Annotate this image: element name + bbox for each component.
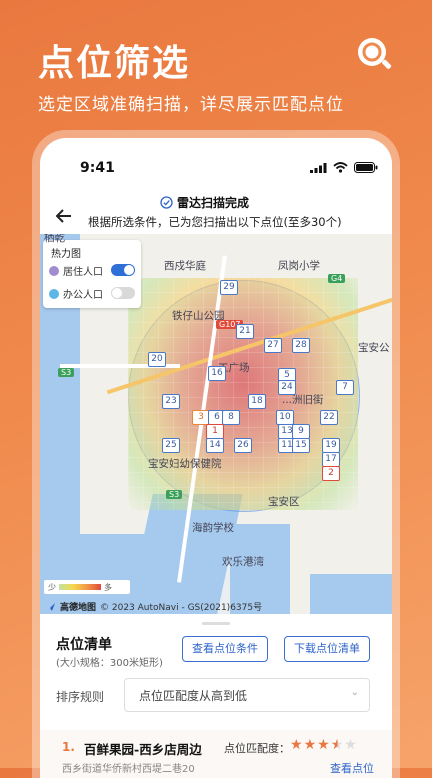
map-point-label[interactable]: 7 — [336, 380, 354, 395]
scan-title: 雷达扫描完成 — [160, 194, 249, 211]
map-copyright: 高德地图 © 2023 AutoNavi - GS(2021)6375号 — [46, 600, 262, 613]
battery-icon — [354, 162, 378, 173]
sort-select[interactable]: 点位匹配度从高到低 ⌄ — [124, 678, 370, 712]
heat-row-label: 办公人口 — [63, 290, 103, 301]
arrow-left-icon — [55, 209, 71, 223]
star-icon: ★ — [344, 737, 358, 753]
map-point-label[interactable]: 1 — [206, 424, 224, 439]
wifi-icon — [333, 162, 348, 173]
map-point-label[interactable]: 27 — [264, 338, 282, 353]
map-place-label: 欢乐港湾 — [222, 556, 264, 568]
hero-title: 点位筛选 — [38, 43, 191, 84]
chevron-down-icon: ⌄ — [350, 687, 359, 698]
map-place-label: 宝安公 — [358, 342, 390, 354]
road-label: G4 — [328, 274, 346, 283]
search-icon — [358, 38, 392, 69]
scan-description: 根据所选条件，已为您扫描出以下点位(至多30个) — [88, 215, 342, 229]
copyright-text: © 2023 AutoNavi - GS(2021)6375号 — [100, 603, 263, 613]
hero-subtitle: 选定区域准确扫描，详尽展示匹配点位 — [38, 95, 344, 115]
view-point-link[interactable]: 查看点位 — [330, 760, 374, 776]
map-point-label[interactable]: 17 — [322, 452, 340, 467]
map-point-label[interactable]: 9 — [292, 424, 310, 439]
heat-row-label: 居住人口 — [63, 267, 103, 278]
signal-icon — [310, 162, 327, 173]
item-rank: 1. — [62, 740, 75, 754]
heat-row-office: 办公人口 — [49, 286, 103, 301]
back-button[interactable] — [55, 204, 72, 228]
item-rating-label: 点位匹配度： — [224, 742, 290, 755]
sort-value: 点位匹配度从高到低 — [139, 689, 248, 703]
map-point-label[interactable]: 2 — [322, 466, 340, 481]
star-icon: ★ — [303, 737, 318, 753]
road-label: S3 — [166, 490, 183, 499]
status-bar: 9:41 — [40, 138, 392, 178]
download-list-button[interactable]: 下载点位清单 — [284, 636, 370, 662]
map-point-label[interactable]: 14 — [206, 438, 224, 453]
map-point-label[interactable]: 20 — [148, 352, 166, 367]
office-icon — [49, 288, 59, 299]
check-circle-icon — [160, 196, 173, 209]
list-title: 点位清单 — [56, 637, 112, 653]
map-point-label[interactable]: 22 — [320, 410, 338, 425]
map-place-label: 凤岗小学 — [278, 260, 320, 272]
heat-legend: 少 多 — [44, 580, 130, 594]
map-point-label[interactable]: 18 — [248, 394, 266, 409]
star-icon: ★ — [290, 737, 304, 753]
scan-title-text: 雷达扫描完成 — [177, 196, 250, 210]
map-point-label[interactable]: 16 — [208, 366, 226, 381]
status-time: 9:41 — [80, 160, 115, 176]
legend-high: 多 — [104, 582, 112, 592]
map-place-label: 宝安区 — [268, 496, 300, 508]
amap-logo-icon — [47, 602, 55, 611]
amap-logo-text: 高德地图 — [60, 603, 97, 613]
residential-toggle[interactable] — [111, 264, 135, 276]
map-point-label[interactable]: 23 — [162, 394, 180, 409]
list-item[interactable]: 1. 百鲜果园-西乡店周边 点位匹配度： ★★★★★ 西乡街道华侨新村西堤二巷2… — [40, 730, 392, 778]
map-point-label[interactable]: 24 — [278, 380, 296, 395]
half-star-icon: ★ — [330, 737, 345, 753]
rating-stars: ★★★★★ — [290, 737, 358, 753]
phone-mockup: 9:41 雷达扫描完成 根据所选条件，已为您扫描出以下点位(至多30个) 热力图… — [40, 138, 392, 778]
map-point-label[interactable]: 26 — [234, 438, 252, 453]
list-subtitle: (大小规格：300米矩形) — [56, 658, 163, 669]
page-header: 雷达扫描完成 根据所选条件，已为您扫描出以下点位(至多30个) — [40, 190, 392, 240]
map-point-label[interactable]: 15 — [292, 438, 310, 453]
map-point-label[interactable]: 8 — [222, 410, 240, 425]
map-point-label[interactable]: 28 — [292, 338, 310, 353]
heat-row-residential: 居住人口 — [49, 263, 103, 278]
map-point-label[interactable]: 19 — [322, 438, 340, 453]
map-place-label: 西戍华庭 — [164, 260, 206, 272]
item-name: 百鲜果园-西乡店周边 — [84, 742, 202, 757]
map-point-label[interactable]: 21 — [236, 324, 254, 339]
drag-handle[interactable] — [202, 622, 230, 625]
heatmap-panel-title: 热力图 — [51, 249, 81, 260]
map-place-label: 海韵学校 — [192, 522, 234, 534]
road-label: S3 — [58, 368, 75, 377]
map-point-label[interactable]: 10 — [276, 410, 294, 425]
legend-low: 少 — [48, 582, 56, 592]
star-icon: ★ — [317, 737, 331, 753]
legend-gradient — [59, 584, 101, 590]
map-point-label[interactable]: 29 — [220, 280, 238, 295]
office-toggle[interactable] — [111, 287, 135, 299]
map-place-label: 宝安妇幼保健院 — [148, 458, 222, 470]
heatmap-panel: 热力图 居住人口 办公人口 — [43, 240, 141, 308]
point-list-panel: 点位清单 (大小规格：300米矩形) 查看点位条件 下载点位清单 排序规则 点位… — [40, 616, 392, 778]
map-point-label[interactable]: 25 — [162, 438, 180, 453]
map-view[interactable]: 热力图 居住人口 办公人口 栖乾 西戍华庭 凤岗小学 铁仔山公园 宝安公 宝安妇… — [40, 234, 392, 614]
map-place-label: 栖乾 — [44, 234, 65, 244]
home-icon — [49, 265, 59, 276]
view-conditions-button[interactable]: 查看点位条件 — [182, 636, 268, 662]
sort-label: 排序规则 — [56, 690, 105, 704]
